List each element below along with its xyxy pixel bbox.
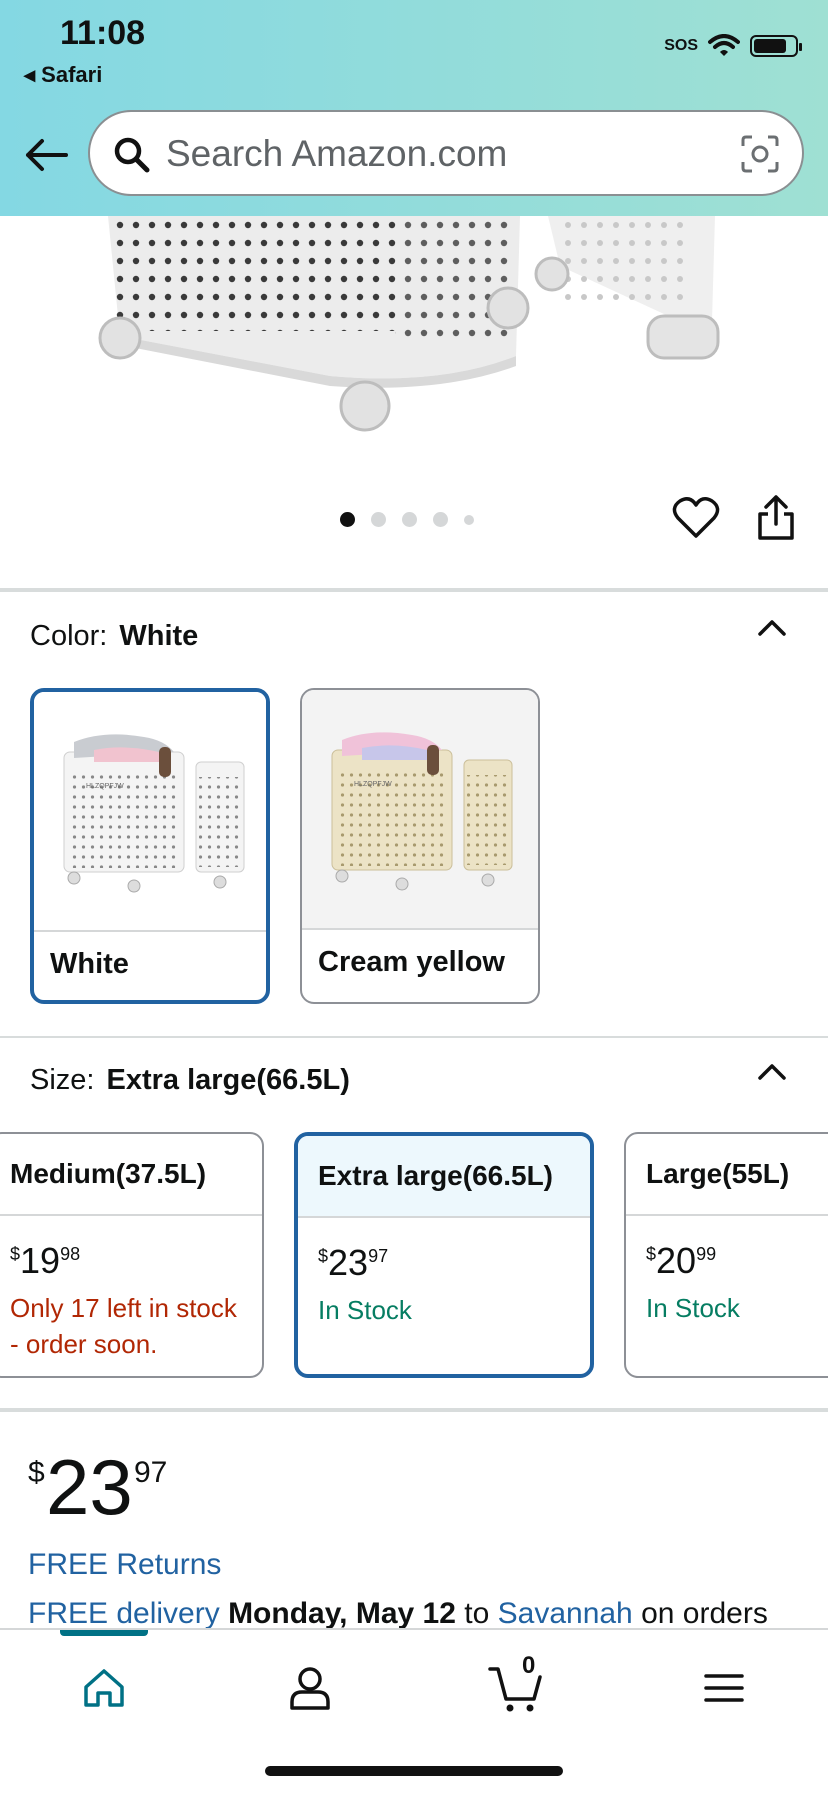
wifi-icon xyxy=(708,34,740,56)
active-tab-indicator xyxy=(60,1630,148,1636)
pager-dot[interactable] xyxy=(402,512,417,527)
swatch-image-white: HLZQPFJW xyxy=(34,692,266,930)
size-option-title: Large(55L) xyxy=(646,1158,790,1189)
tab-home[interactable] xyxy=(74,1658,134,1718)
section-divider xyxy=(0,588,828,592)
section-divider xyxy=(0,1036,828,1038)
delivery-info: FREE delivery Monday, May 12 to Savannah… xyxy=(28,1597,768,1630)
cart-count-badge: 0 xyxy=(522,1652,536,1679)
size-option-title: Extra large(66.5L) xyxy=(318,1160,553,1191)
size-option-price: $2397 xyxy=(318,1242,389,1283)
status-icons: SOS xyxy=(664,34,802,58)
home-indicator[interactable] xyxy=(265,1766,563,1776)
back-to-safari-link[interactable]: ◂ Safari xyxy=(24,62,102,88)
pager-dot[interactable] xyxy=(464,514,474,525)
tab-cart[interactable] xyxy=(486,1658,546,1718)
color-label: Color: White xyxy=(30,620,199,652)
size-option-extra-large[interactable]: Extra large(66.5L) $2397 In Stock xyxy=(294,1132,594,1378)
color-option-white[interactable]: HLZQPFJW White xyxy=(30,688,270,1004)
heart-icon[interactable] xyxy=(672,496,720,540)
search-input[interactable] xyxy=(164,124,728,184)
size-option-title: Medium(37.5L) xyxy=(10,1158,207,1189)
hamburger-menu-icon xyxy=(704,1674,744,1702)
color-option-cream-yellow[interactable]: HLZQPFJW Cream yellow xyxy=(300,688,540,1004)
image-pager[interactable] xyxy=(340,512,474,527)
swatch-image-cream: HLZQPFJW xyxy=(302,690,538,928)
status-time: 11:08 xyxy=(60,14,146,52)
color-option-label: Cream yellow xyxy=(318,946,505,978)
delivery-location-link[interactable]: Savannah xyxy=(498,1597,633,1630)
battery-icon xyxy=(750,35,802,57)
pager-dot[interactable] xyxy=(433,512,448,527)
home-icon xyxy=(84,1669,124,1707)
section-divider xyxy=(0,1408,828,1412)
size-option-medium[interactable]: Medium(37.5L) $1998 Only 17 left in stoc… xyxy=(0,1132,264,1378)
tab-account[interactable] xyxy=(280,1658,340,1718)
tab-menu[interactable] xyxy=(694,1658,754,1718)
share-icon[interactable] xyxy=(754,494,798,542)
back-arrow-icon[interactable] xyxy=(22,135,70,175)
pager-dot[interactable] xyxy=(340,512,355,527)
size-option-large[interactable]: Large(55L) $2099 In Stock xyxy=(624,1132,828,1378)
cart-icon xyxy=(488,1667,542,1712)
stock-status: In Stock xyxy=(646,1293,740,1323)
size-option-price: $1998 xyxy=(10,1240,81,1281)
sos-indicator: SOS xyxy=(664,37,698,54)
chevron-up-icon[interactable] xyxy=(756,1060,788,1082)
pager-dot[interactable] xyxy=(371,512,386,527)
size-label: Size: Extra large(66.5L) xyxy=(30,1064,350,1096)
person-icon xyxy=(290,1667,330,1710)
brand-print: HLZQPFJW xyxy=(86,783,124,790)
header: 11:08 ◂ Safari SOS xyxy=(0,0,828,216)
delivery-date: Monday, May 12 xyxy=(228,1597,456,1630)
stock-status: Only 17 left in stock - order soon. xyxy=(10,1293,237,1359)
brand-print: HLZQPFJW xyxy=(354,781,392,788)
selected-color: White xyxy=(119,620,199,652)
size-option-price: $2099 xyxy=(646,1240,717,1281)
white-basket-thumbnail: HLZQPFJW xyxy=(63,734,245,893)
search-bar[interactable] xyxy=(88,110,804,196)
stock-status: In Stock xyxy=(318,1295,412,1325)
cream-basket-thumbnail: HLZQPFJW xyxy=(331,732,513,891)
selected-size: Extra large(66.5L) xyxy=(106,1064,350,1096)
color-option-label: White xyxy=(50,948,129,980)
search-icon xyxy=(114,137,150,173)
chevron-up-icon[interactable] xyxy=(756,616,788,638)
free-returns-link[interactable]: FREE Returns xyxy=(28,1548,221,1582)
camera-search-icon[interactable] xyxy=(740,134,780,174)
free-delivery-link[interactable]: FREE delivery xyxy=(28,1597,220,1630)
